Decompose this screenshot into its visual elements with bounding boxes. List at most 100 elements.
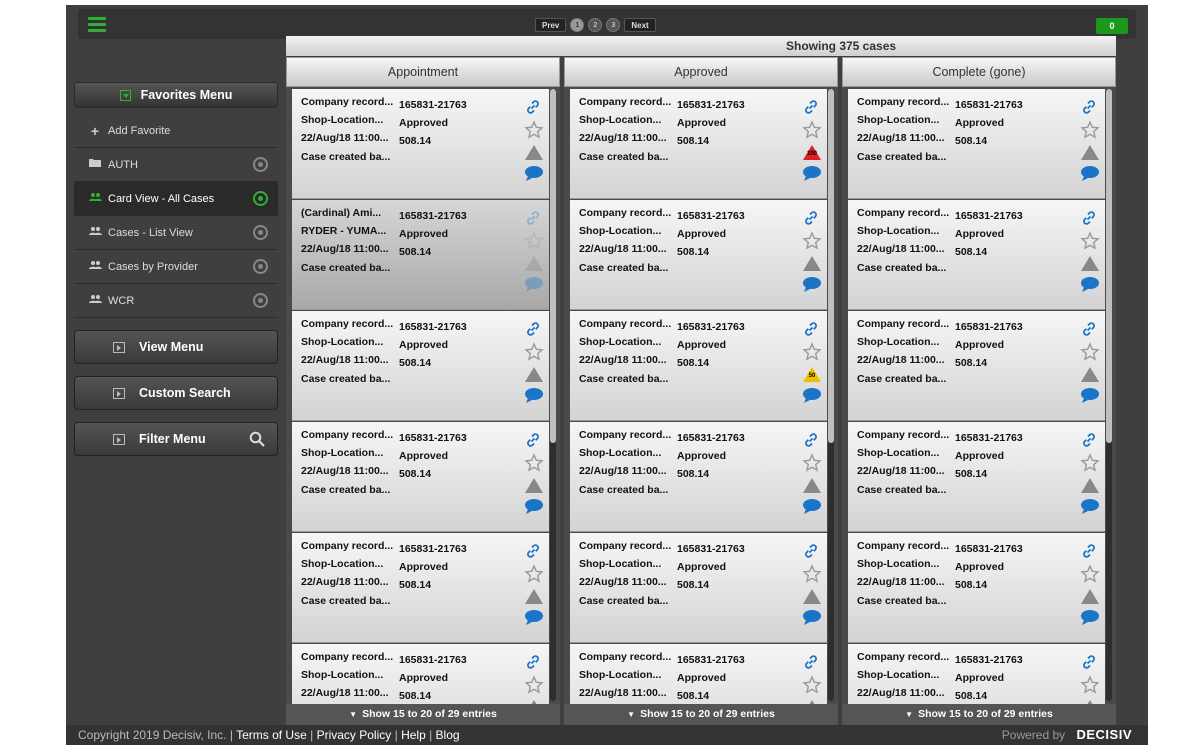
link-icon[interactable] bbox=[524, 542, 544, 562]
case-card[interactable]: Company record... 165831-21763 Shop-Locat… bbox=[570, 89, 827, 199]
star-icon[interactable] bbox=[524, 675, 544, 695]
radio-button[interactable] bbox=[253, 225, 268, 240]
column-scrollbar[interactable] bbox=[828, 89, 834, 701]
link-icon[interactable] bbox=[1080, 431, 1100, 451]
column-header[interactable]: Appointment bbox=[286, 57, 560, 87]
comment-icon[interactable] bbox=[802, 497, 822, 517]
star-icon[interactable] bbox=[802, 120, 822, 140]
warning-triangle-icon[interactable] bbox=[802, 475, 822, 495]
case-card[interactable]: Company record... 165831-21763 Shop-Locat… bbox=[570, 644, 827, 704]
star-icon[interactable] bbox=[524, 120, 544, 140]
link-icon[interactable] bbox=[524, 653, 544, 673]
star-icon[interactable] bbox=[1080, 342, 1100, 362]
warning-triangle-icon[interactable] bbox=[802, 253, 822, 273]
comment-icon[interactable] bbox=[1080, 497, 1100, 517]
sidebar-item-card-view[interactable]: Card View - All Cases bbox=[74, 182, 278, 216]
sidebar-item-auth[interactable]: AUTH bbox=[74, 148, 278, 182]
case-card[interactable]: Company record... 165831-21763 Shop-Locat… bbox=[570, 533, 827, 643]
custom-search-button[interactable]: Custom Search bbox=[74, 376, 278, 410]
case-card[interactable]: Company record... 165831-21763 Shop-Locat… bbox=[292, 89, 549, 199]
warning-triangle-icon[interactable] bbox=[524, 586, 544, 606]
notification-badge[interactable]: 0 bbox=[1096, 18, 1128, 34]
case-card[interactable]: Company record... 165831-21763 Shop-Locat… bbox=[848, 533, 1105, 643]
case-card[interactable]: Company record... 165831-21763 Shop-Locat… bbox=[848, 644, 1105, 704]
comment-icon[interactable] bbox=[802, 608, 822, 628]
case-card[interactable]: Company record... 165831-21763 Shop-Locat… bbox=[292, 311, 549, 421]
link-icon[interactable] bbox=[802, 98, 822, 118]
prev-page-button[interactable]: Prev bbox=[535, 18, 567, 32]
radio-button[interactable] bbox=[253, 293, 268, 308]
warning-triangle-icon[interactable] bbox=[524, 364, 544, 384]
radio-button[interactable] bbox=[253, 157, 268, 172]
case-card[interactable]: (Cardinal) Ami... 165831-21763 RYDER - YU… bbox=[292, 200, 549, 310]
link-icon[interactable] bbox=[802, 542, 822, 562]
star-icon[interactable] bbox=[524, 564, 544, 584]
case-card[interactable]: Company record... 165831-21763 Shop-Locat… bbox=[570, 200, 827, 310]
star-icon[interactable] bbox=[1080, 564, 1100, 584]
case-card[interactable]: Company record... 165831-21763 Shop-Locat… bbox=[570, 311, 827, 421]
page-2-button[interactable]: 2 bbox=[588, 18, 603, 32]
case-card[interactable]: Company record... 165831-21763 Shop-Locat… bbox=[848, 422, 1105, 532]
link-icon[interactable] bbox=[524, 209, 544, 229]
case-card[interactable]: Company record... 165831-21763 Shop-Locat… bbox=[292, 533, 549, 643]
comment-icon[interactable] bbox=[802, 386, 822, 406]
view-menu-button[interactable]: View Menu bbox=[74, 330, 278, 364]
warning-triangle-icon[interactable] bbox=[1080, 697, 1100, 704]
column-footer-entries[interactable]: Show 15 to 20 of 29 entries bbox=[564, 704, 838, 725]
warning-triangle-icon[interactable] bbox=[1080, 475, 1100, 495]
star-icon[interactable] bbox=[524, 231, 544, 251]
blog-link[interactable]: Blog bbox=[436, 728, 460, 742]
case-card[interactable]: Company record... 165831-21763 Shop-Locat… bbox=[292, 422, 549, 532]
comment-icon[interactable] bbox=[1080, 386, 1100, 406]
warning-triangle-icon[interactable] bbox=[1080, 142, 1100, 162]
privacy-link[interactable]: Privacy Policy bbox=[317, 728, 392, 742]
favorites-menu-header[interactable]: Favorites Menu bbox=[74, 82, 278, 108]
next-page-button[interactable]: Next bbox=[624, 18, 656, 32]
column-footer-entries[interactable]: Show 15 to 20 of 29 entries bbox=[842, 704, 1116, 725]
link-icon[interactable] bbox=[802, 431, 822, 451]
scrollbar-thumb[interactable] bbox=[550, 89, 556, 443]
help-link[interactable]: Help bbox=[401, 728, 426, 742]
warning-triangle-icon[interactable] bbox=[524, 253, 544, 273]
radio-button[interactable] bbox=[253, 259, 268, 274]
page-3-button[interactable]: 3 bbox=[606, 18, 621, 32]
hamburger-menu-icon[interactable] bbox=[88, 17, 106, 33]
page-1-button[interactable]: 1 bbox=[570, 18, 585, 32]
scrollbar-thumb[interactable] bbox=[828, 89, 834, 443]
sidebar-item-cases-by-provider[interactable]: Cases by Provider bbox=[74, 250, 278, 284]
warning-triangle-icon[interactable] bbox=[1080, 253, 1100, 273]
column-scrollbar[interactable] bbox=[1106, 89, 1112, 701]
case-card[interactable]: Company record... 165831-21763 Shop-Locat… bbox=[570, 422, 827, 532]
case-card[interactable]: Company record... 165831-21763 Shop-Locat… bbox=[848, 89, 1105, 199]
star-icon[interactable] bbox=[1080, 120, 1100, 140]
warning-triangle-icon[interactable] bbox=[1080, 586, 1100, 606]
comment-icon[interactable] bbox=[802, 164, 822, 184]
link-icon[interactable] bbox=[524, 320, 544, 340]
terms-link[interactable]: Terms of Use bbox=[236, 728, 307, 742]
link-icon[interactable] bbox=[1080, 209, 1100, 229]
comment-icon[interactable] bbox=[524, 386, 544, 406]
comment-icon[interactable] bbox=[1080, 164, 1100, 184]
star-icon[interactable] bbox=[802, 453, 822, 473]
star-icon[interactable] bbox=[802, 564, 822, 584]
star-icon[interactable] bbox=[1080, 453, 1100, 473]
warning-triangle-icon[interactable]: 50 bbox=[802, 364, 822, 384]
case-card[interactable]: Company record... 165831-21763 Shop-Locat… bbox=[848, 200, 1105, 310]
case-card[interactable]: Company record... 165831-21763 Shop-Locat… bbox=[848, 311, 1105, 421]
link-icon[interactable] bbox=[1080, 98, 1100, 118]
comment-icon[interactable] bbox=[524, 164, 544, 184]
search-icon[interactable] bbox=[249, 431, 265, 447]
star-icon[interactable] bbox=[524, 453, 544, 473]
case-card[interactable]: Company record... 165831-21763 Shop-Locat… bbox=[292, 644, 549, 704]
column-header[interactable]: Approved bbox=[564, 57, 838, 87]
link-icon[interactable] bbox=[802, 209, 822, 229]
link-icon[interactable] bbox=[524, 98, 544, 118]
comment-icon[interactable] bbox=[524, 275, 544, 295]
warning-triangle-icon[interactable]: 100 bbox=[802, 142, 822, 162]
column-footer-entries[interactable]: Show 15 to 20 of 29 entries bbox=[286, 704, 560, 725]
link-icon[interactable] bbox=[1080, 320, 1100, 340]
comment-icon[interactable] bbox=[524, 608, 544, 628]
star-icon[interactable] bbox=[1080, 231, 1100, 251]
scrollbar-thumb[interactable] bbox=[1106, 89, 1112, 443]
brand-logo[interactable]: DECISIV bbox=[1076, 727, 1132, 742]
